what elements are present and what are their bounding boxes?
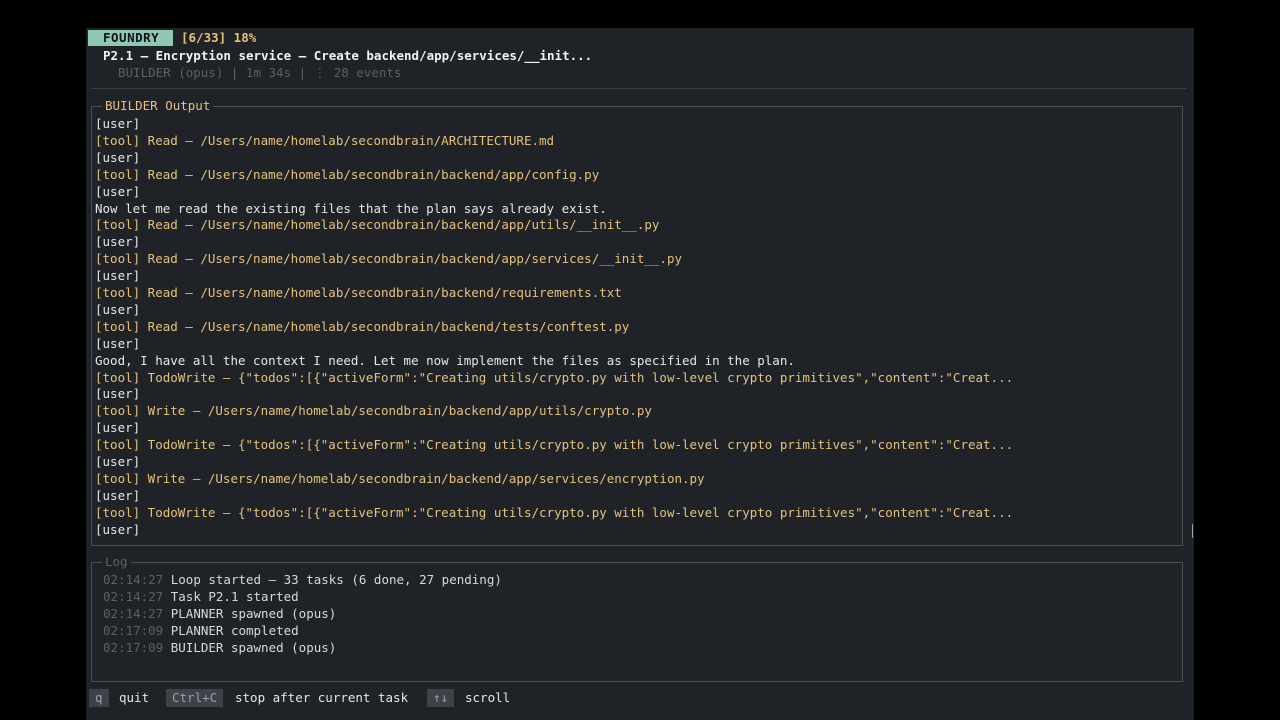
tool-call-line: [tool] Read – /Users/name/homelab/second… bbox=[95, 132, 555, 148]
task-title: P2.1 – Encryption service – Create backe… bbox=[103, 48, 593, 63]
key-label: quit bbox=[119, 690, 150, 705]
key-scroll-hint[interactable]: ↑↓ bbox=[427, 689, 455, 707]
progress-indicator: [6/33] 18% bbox=[181, 30, 257, 45]
terminal-window: FOUNDRY [6/33] 18% P2.1 – Encryption ser… bbox=[86, 28, 1194, 720]
log-message: BUILDER spawned (opus) bbox=[163, 640, 337, 655]
builder-output-title: BUILDER Output bbox=[102, 98, 214, 114]
user-line: [user] bbox=[95, 234, 141, 250]
key-label: stop after current task bbox=[235, 690, 409, 705]
user-line: [user] bbox=[95, 335, 141, 351]
tool-call-line: [tool] Write – /Users/name/homelab/secon… bbox=[95, 403, 652, 419]
user-line: [user] bbox=[95, 386, 141, 402]
log-timestamp: 02:14:27 bbox=[103, 572, 164, 587]
tool-call-line: [tool] TodoWrite – {"todos":[{"activeFor… bbox=[95, 437, 1014, 453]
log-title: Log bbox=[102, 554, 131, 570]
log-entry: 02:14:27 PLANNER spawned (opus) bbox=[103, 605, 336, 622]
log-timestamp: 02:17:09 bbox=[103, 640, 164, 655]
log-timestamp: 02:17:09 bbox=[103, 623, 164, 638]
assistant-text-line: Now let me read the existing files that … bbox=[95, 200, 607, 216]
user-line: [user] bbox=[95, 420, 141, 436]
user-line: [user] bbox=[95, 116, 141, 131]
app-badge: FOUNDRY bbox=[88, 30, 174, 46]
assistant-text-line: Good, I have all the context I need. Let… bbox=[95, 352, 795, 368]
tool-call-line: [tool] Read – /Users/name/homelab/second… bbox=[95, 285, 622, 300]
log-entry: 02:14:27 Loop started – 33 tasks (6 done… bbox=[103, 571, 502, 588]
user-line: [user] bbox=[95, 268, 141, 284]
key-quit-hint[interactable]: q bbox=[89, 689, 109, 707]
log-message: PLANNER completed bbox=[163, 623, 299, 638]
log-entry: 02:17:09 BUILDER spawned (opus) bbox=[103, 639, 336, 656]
tool-call-line: [tool] TodoWrite – {"todos":[{"activeFor… bbox=[95, 504, 1014, 520]
user-line: [user] bbox=[95, 149, 141, 165]
log-timestamp: 02:14:27 bbox=[103, 606, 164, 621]
user-line: [user] bbox=[95, 454, 141, 469]
tool-call-line: [tool] Read – /Users/name/homelab/second… bbox=[95, 251, 682, 267]
tool-call-line: [tool] Write – /Users/name/homelab/secon… bbox=[95, 470, 705, 486]
tool-call-line: [tool] Read – /Users/name/homelab/second… bbox=[95, 318, 630, 334]
scrollbar-thumb[interactable] bbox=[1192, 524, 1193, 538]
user-line: [user] bbox=[95, 487, 141, 503]
tool-call-line: [tool] Read – /Users/name/homelab/second… bbox=[95, 217, 660, 233]
log-timestamp: 02:14:27 bbox=[103, 589, 164, 604]
key-label: scroll bbox=[465, 690, 511, 705]
task-meta: BUILDER (opus) | 1m 34s | ⋮ 28 events bbox=[118, 65, 402, 80]
tool-call-line: [tool] Read – /Users/name/homelab/second… bbox=[95, 166, 600, 182]
user-line: [user] bbox=[95, 183, 141, 199]
log-message: Task P2.1 started bbox=[163, 589, 299, 604]
user-line: [user] bbox=[95, 521, 141, 537]
user-line: [user] bbox=[95, 301, 141, 317]
log-message: PLANNER spawned (opus) bbox=[163, 606, 337, 621]
key-stop-hint[interactable]: Ctrl+C bbox=[166, 689, 224, 707]
log-message: Loop started – 33 tasks (6 done, 27 pend… bbox=[163, 572, 502, 587]
log-entry: 02:14:27 Task P2.1 started bbox=[103, 588, 299, 605]
header-divider bbox=[91, 88, 1186, 89]
tool-call-line: [tool] TodoWrite – {"todos":[{"activeFor… bbox=[95, 369, 1014, 385]
log-entry: 02:17:09 PLANNER completed bbox=[103, 622, 299, 639]
